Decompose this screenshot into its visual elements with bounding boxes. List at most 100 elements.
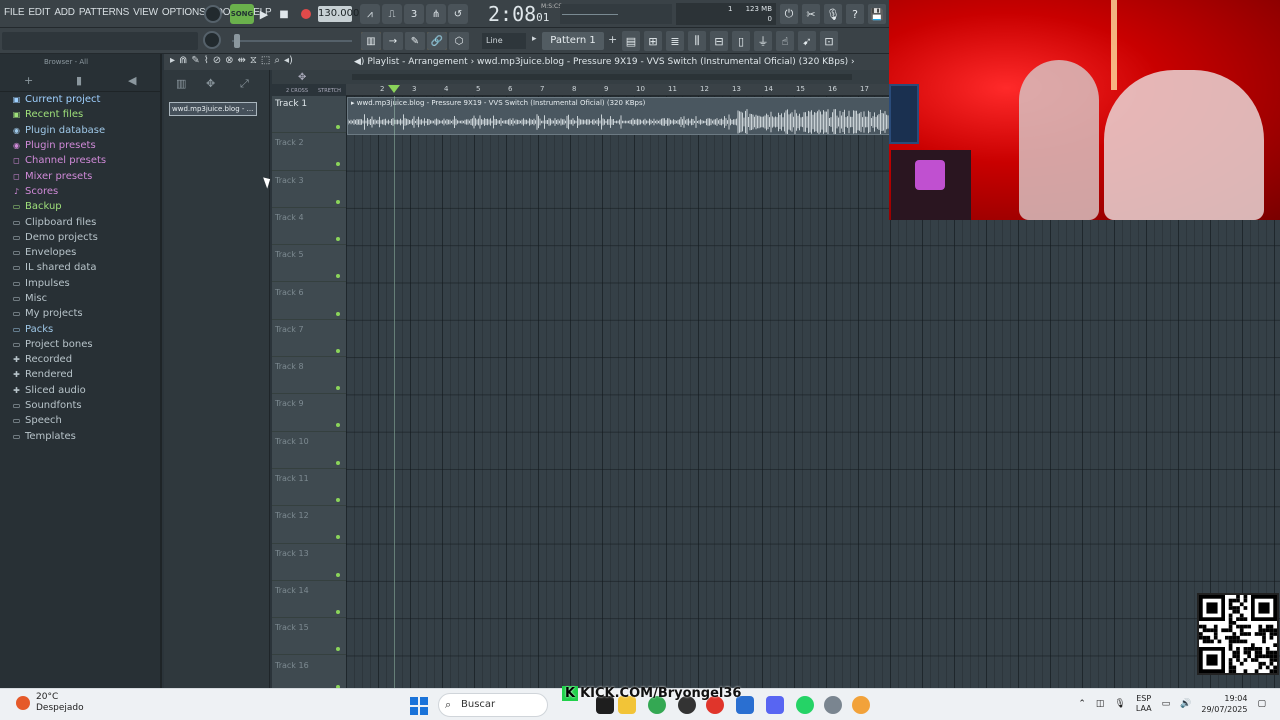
browser-item-il-shared-data[interactable]: ▭ IL shared data [0, 260, 160, 275]
menu-item-add[interactable]: ADD [54, 7, 75, 18]
master-volume-knob[interactable] [204, 5, 222, 23]
browser-file-icon[interactable]: ▮ [76, 74, 82, 87]
play-button[interactable]: ▶ [254, 4, 274, 24]
scores-button[interactable]: ⊡ [820, 31, 838, 51]
tempo-display[interactable]: 130.000 [318, 6, 359, 22]
track-header[interactable]: Track 3 [272, 171, 346, 208]
track-mute-led[interactable] [336, 572, 340, 577]
clip-menu-icon[interactable]: ▸ [351, 99, 355, 107]
menu-item-view[interactable]: VIEW [133, 7, 158, 18]
master-slider-handle[interactable] [234, 34, 240, 48]
stop-button[interactable]: ■ [274, 4, 294, 24]
browser-item-recorded[interactable]: ✚ Recorded [0, 352, 160, 367]
settings-icon[interactable] [824, 696, 842, 714]
help-button[interactable]: ? [846, 4, 864, 24]
language-indicator[interactable]: ESP LAA [1136, 694, 1152, 714]
track-mute-led[interactable] [336, 199, 340, 204]
picker-move-icon[interactable]: ✥ [206, 77, 215, 90]
link-button[interactable]: 🔗 [427, 32, 447, 50]
track-mute-led[interactable] [336, 348, 340, 353]
mixer-button[interactable]: ⫼ [688, 31, 706, 51]
playlist-menu-icon[interactable]: ◀) [354, 57, 364, 67]
tools-button[interactable]: ✂ [802, 4, 820, 24]
browser-item-plugin-database[interactable]: ◉ Plugin database [0, 123, 160, 138]
snap-select[interactable]: Line [482, 33, 526, 49]
pattern-add-icon[interactable]: + [608, 33, 617, 46]
browser-item-my-projects[interactable]: ▭ My projects [0, 306, 160, 321]
zoom-move-icon[interactable]: ✥ [298, 72, 306, 83]
save-button[interactable]: 💾 [868, 4, 886, 24]
track-mute-led[interactable] [336, 386, 340, 391]
draw-button[interactable]: ✎ [405, 32, 425, 50]
track-mute-led[interactable] [336, 423, 340, 428]
countdown-button[interactable]: 3 [404, 4, 424, 24]
track-mute-led[interactable] [336, 125, 340, 129]
cpu-reset-button[interactable]: ⏻ [780, 4, 798, 24]
browser-item-rendered[interactable]: ✚ Rendered [0, 367, 160, 382]
magnet-icon[interactable]: ⋒ [179, 55, 187, 66]
track-header[interactable]: Track 8 [272, 357, 346, 395]
discord-icon[interactable] [766, 696, 784, 714]
song-mode-button[interactable]: SONG [230, 4, 254, 24]
slip-tool-icon[interactable]: ⇹ [237, 55, 245, 66]
zoom-tool-icon[interactable]: ⌕ [274, 55, 280, 66]
snap-arrow-button[interactable]: → [383, 32, 403, 50]
fl-studio-taskbar-icon[interactable] [852, 696, 870, 714]
metronome-button[interactable]: ⩘ [360, 4, 380, 24]
browser-item-speech[interactable]: ▭ Speech [0, 413, 160, 428]
browser-item-recent-files[interactable]: ▣ Recent files [0, 107, 160, 122]
track-header[interactable]: Track 9 [272, 394, 346, 432]
track-mute-led[interactable] [336, 535, 340, 540]
slice-tool-icon[interactable]: ⧖ [250, 55, 257, 66]
browser-item-impulses[interactable]: ▭ Impulses [0, 276, 160, 291]
track-mute-led[interactable] [336, 274, 340, 279]
browser-item-project-bones[interactable]: ▭ Project bones [0, 337, 160, 352]
paint-tool-icon[interactable]: ⌇ [204, 55, 209, 66]
picker-resize-icon[interactable]: ⤢ [240, 77, 249, 91]
playhead-marker[interactable] [388, 85, 400, 93]
track-header[interactable]: Track 12 [272, 506, 346, 544]
audio-clip[interactable]: ▸ wwd.mp3juice.blog - Pressure 9X19 - VV… [347, 97, 890, 135]
horizontal-scrollbar[interactable] [352, 74, 852, 80]
chevron-up-icon[interactable]: ⌃ [1078, 699, 1086, 709]
wait-input-button[interactable]: ⎍ [382, 4, 402, 24]
network-icon[interactable]: ◫ [1096, 699, 1105, 709]
pattern-prev-icon[interactable]: ▸ [532, 34, 537, 44]
track-header[interactable]: Track 14 [272, 581, 346, 619]
select-tool-icon[interactable]: ⬚ [261, 55, 270, 66]
browser-item-packs[interactable]: ▭ Packs [0, 321, 160, 336]
whatsapp-icon[interactable] [796, 696, 814, 714]
track-mute-led[interactable] [336, 311, 340, 316]
browser-speaker-icon[interactable]: ◀ [128, 74, 136, 87]
track-header[interactable]: Track 4 [272, 208, 346, 246]
menu-item-options[interactable]: OPTIONS [162, 7, 206, 18]
loop-record-button[interactable]: ↺ [448, 4, 468, 24]
playback-tool-icon[interactable]: ◂) [284, 55, 293, 66]
browser-item-templates[interactable]: ▭ Templates [0, 429, 160, 444]
browser-item-envelopes[interactable]: ▭ Envelopes [0, 245, 160, 260]
mic-tray-icon[interactable]: 🎙 [1114, 699, 1125, 709]
notification-icon[interactable]: ▢ [1257, 699, 1266, 709]
track-header[interactable]: Track 15 [272, 618, 346, 656]
browser-item-misc[interactable]: ▭ Misc [0, 291, 160, 306]
browser-item-plugin-presets[interactable]: ◉ Plugin presets [0, 138, 160, 153]
track-mute-led[interactable] [336, 162, 340, 167]
browser-item-channel-presets[interactable]: ◻ Channel presets [0, 153, 160, 168]
browser-item-scores[interactable]: ♪ Scores [0, 184, 160, 199]
project-button[interactable]: ▯ [732, 31, 750, 51]
track-mute-led[interactable] [336, 236, 340, 241]
picker-grid-icon[interactable]: ▥ [176, 77, 186, 90]
track-mute-led[interactable] [336, 460, 340, 465]
track-mute-led[interactable] [336, 498, 340, 502]
volume-icon[interactable]: 🔊 [1180, 699, 1191, 709]
browser-add-icon[interactable]: + [24, 74, 33, 87]
record-button[interactable] [296, 4, 316, 24]
track-header[interactable]: Track 7 [272, 320, 346, 358]
step-edit-button[interactable]: ⋔ [426, 4, 446, 24]
plugin-picker-button[interactable]: ⏚ [754, 31, 772, 51]
taskbar-search[interactable]: ⌕ Buscar [438, 693, 548, 717]
piano-roll-button[interactable]: ⊞ [644, 31, 662, 51]
browser-item-backup[interactable]: ▭ Backup [0, 199, 160, 214]
browser-item-soundfonts[interactable]: ▭ Soundfonts [0, 398, 160, 413]
track-header[interactable]: Track 5 [272, 245, 346, 283]
